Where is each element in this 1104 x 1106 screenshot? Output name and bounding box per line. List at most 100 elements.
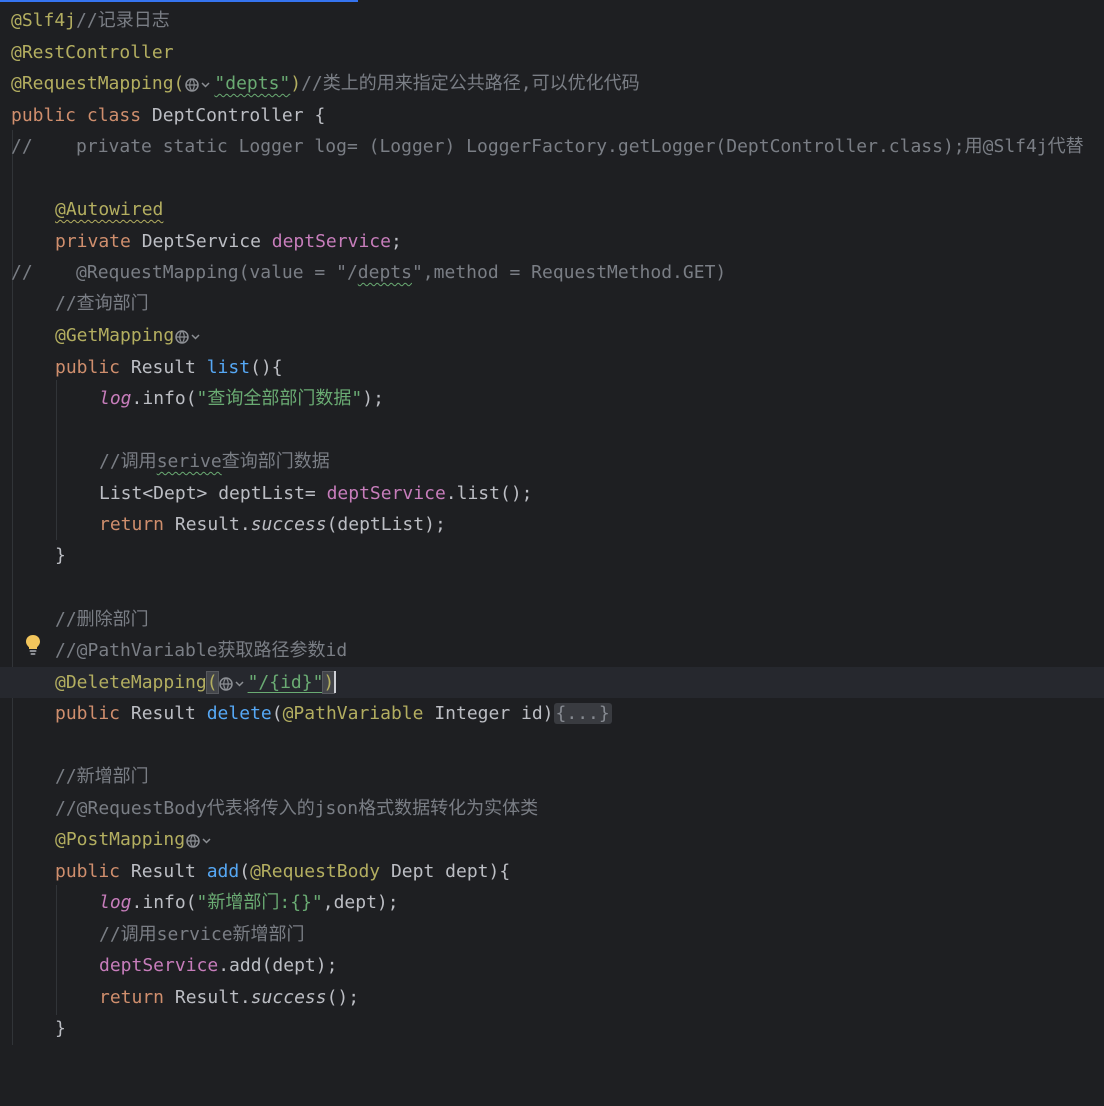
comment: ",method = RequestMethod.GET) bbox=[411, 262, 727, 283]
call-end: ); bbox=[362, 388, 384, 409]
bracket-match: ) bbox=[322, 671, 336, 694]
annotation-autowired: @Autowired bbox=[55, 199, 164, 220]
paren: ) bbox=[290, 73, 302, 94]
paren: ( bbox=[271, 703, 283, 724]
keyword: public bbox=[55, 703, 131, 724]
path-string: "depts" bbox=[214, 73, 291, 94]
code-line-25: //新增部门 bbox=[0, 761, 1104, 792]
globe-dropdown-icon[interactable] bbox=[185, 829, 215, 848]
string: "新增部门:{}" bbox=[196, 892, 323, 913]
comment: //记录日志 bbox=[76, 10, 170, 31]
call-end: (deptList); bbox=[326, 514, 446, 535]
string: "查询全部部门数据" bbox=[196, 388, 363, 409]
code-line-16: List<Dept> deptList= deptService.list(); bbox=[0, 478, 1104, 509]
code-line-2: @RestController bbox=[0, 37, 1104, 68]
comment: //新增部门 bbox=[55, 766, 149, 787]
folded-code-block[interactable]: {...} bbox=[553, 703, 612, 724]
code-line-5: // private static Logger log= (Logger) L… bbox=[0, 131, 1104, 162]
annotation-requestbody: @RequestBody bbox=[250, 861, 391, 882]
annotation-requestmapping: @RequestMapping( bbox=[11, 73, 185, 94]
call: .info( bbox=[131, 388, 197, 409]
brace: } bbox=[55, 545, 66, 566]
code-line-23: public Result delete(@PathVariable Integ… bbox=[0, 698, 1104, 729]
code-line-15: //调用serive查询部门数据 bbox=[0, 446, 1104, 477]
semicolon: ; bbox=[390, 231, 402, 252]
call: .add(dept); bbox=[218, 955, 338, 976]
code-line-22-current: @DeleteMapping( "/{id}") bbox=[0, 667, 1104, 698]
comment: //类上的用来指定公共路径,可以优化代码 bbox=[301, 73, 640, 94]
parameter: Dept dept){ bbox=[390, 861, 511, 882]
code-line-30: //调用service新增部门 bbox=[0, 919, 1104, 950]
comment: // private static Logger log= (Logger) L… bbox=[11, 136, 1084, 157]
paren: ( bbox=[239, 861, 251, 882]
keyword: public bbox=[55, 861, 131, 882]
code-line-3: @RequestMapping( "depts")//类上的用来指定公共路径,可以… bbox=[0, 68, 1104, 99]
annotation-deletemapping: @DeleteMapping bbox=[55, 672, 207, 693]
static-method: success bbox=[250, 987, 327, 1008]
code-line-17: return Result.success(deptList); bbox=[0, 509, 1104, 540]
comment: //调用service新增部门 bbox=[99, 924, 305, 945]
type-name: Result. bbox=[174, 987, 251, 1008]
keyword: return bbox=[99, 514, 175, 535]
code-line-1: @Slf4j//记录日志 bbox=[0, 5, 1104, 36]
annotation-pathvariable: @PathVariable bbox=[282, 703, 435, 724]
static-method: success bbox=[250, 514, 327, 535]
text-caret bbox=[334, 671, 337, 693]
code-line-4: public class DeptController { bbox=[0, 100, 1104, 131]
code-line-10: //查询部门 bbox=[0, 288, 1104, 319]
code-line-33: } bbox=[0, 1013, 1104, 1044]
type-name: Result bbox=[130, 861, 207, 882]
globe-dropdown-icon[interactable] bbox=[218, 672, 248, 691]
code-line-8: private DeptService deptService; bbox=[0, 226, 1104, 257]
parameter: Integer id) bbox=[434, 703, 554, 724]
code-editor[interactable]: @Slf4j//记录日志 @RestController @RequestMap… bbox=[0, 0, 1104, 1057]
brace: (){ bbox=[250, 357, 283, 378]
comment: //查询部门 bbox=[55, 293, 149, 314]
code-line-11: @GetMapping bbox=[0, 320, 1104, 351]
log-field: log bbox=[99, 388, 132, 409]
declaration: List<Dept> deptList= bbox=[99, 483, 327, 504]
comment: depts bbox=[357, 262, 412, 283]
call-end: (); bbox=[326, 987, 360, 1008]
code-line-28: public Result add(@RequestBody Dept dept… bbox=[0, 856, 1104, 887]
path-string: "/{id}" bbox=[247, 672, 324, 693]
code-line-26: //@RequestBody代表将传入的json格式数据转化为实体类 bbox=[0, 793, 1104, 824]
code-line-21: //@PathVariable获取路径参数id bbox=[0, 635, 1104, 666]
type-name: Result bbox=[130, 703, 207, 724]
code-line-9: // @RequestMapping(value = "/depts",meth… bbox=[0, 257, 1104, 288]
bracket-match: ( bbox=[205, 671, 219, 694]
code-line-20: //删除部门 bbox=[0, 604, 1104, 635]
brace: } bbox=[55, 1018, 66, 1039]
keyword: return bbox=[99, 987, 175, 1008]
annotation-restcontroller: @RestController bbox=[11, 42, 174, 63]
call: .info( bbox=[131, 892, 197, 913]
comment: // @RequestMapping(value = "/ bbox=[11, 262, 358, 283]
type-name: Result bbox=[130, 357, 207, 378]
field-name: deptService bbox=[326, 483, 446, 504]
type-name: Result. bbox=[174, 514, 251, 535]
annotation-slf4j: @Slf4j bbox=[11, 10, 77, 31]
field-name: deptService bbox=[99, 955, 219, 976]
annotation-getmapping: @GetMapping bbox=[55, 325, 175, 346]
keyword: private bbox=[55, 231, 142, 252]
active-tab-indicator bbox=[0, 0, 358, 2]
code-line-27: @PostMapping bbox=[0, 824, 1104, 855]
code-line-29: log.info("新增部门:{}",dept); bbox=[0, 887, 1104, 918]
annotation-postmapping: @PostMapping bbox=[55, 829, 186, 850]
field-name: deptService bbox=[271, 231, 391, 252]
comment: //@RequestBody代表将传入的json格式数据转化为实体类 bbox=[55, 798, 539, 819]
keyword: public bbox=[55, 357, 131, 378]
code-line-12: public Result list(){ bbox=[0, 352, 1104, 383]
class-name: DeptController { bbox=[151, 105, 326, 126]
code-line-31: deptService.add(dept); bbox=[0, 950, 1104, 981]
comment: serive bbox=[156, 451, 222, 472]
call: .list(); bbox=[445, 483, 533, 504]
code-line-7: @Autowired bbox=[0, 194, 1104, 225]
method-name: delete bbox=[206, 703, 272, 724]
globe-dropdown-icon[interactable] bbox=[184, 73, 214, 92]
code-line-13: log.info("查询全部部门数据"); bbox=[0, 383, 1104, 414]
globe-dropdown-icon[interactable] bbox=[174, 325, 204, 344]
method-name: list bbox=[206, 357, 251, 378]
type-name: DeptService bbox=[141, 231, 272, 252]
comment: //删除部门 bbox=[55, 609, 149, 630]
